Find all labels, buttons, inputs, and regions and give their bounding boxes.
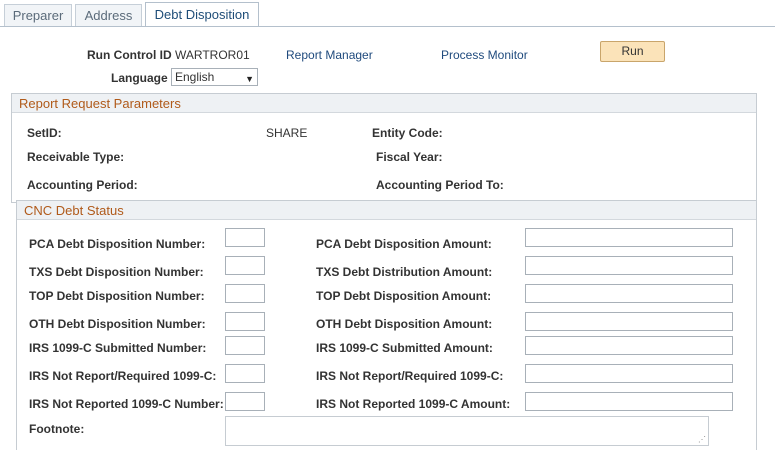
process-monitor-link[interactable]: Process Monitor	[441, 48, 528, 62]
report-params-title: Report Request Parameters	[19, 96, 181, 111]
oth-amount-label: OTH Debt Disposition Amount:	[316, 317, 493, 331]
footnote-textarea[interactable]: ⋰	[225, 416, 709, 446]
cnc-debt-status-header: CNC Debt Status	[17, 201, 756, 220]
pca-amount-label: PCA Debt Disposition Amount:	[316, 237, 492, 251]
report-manager-link[interactable]: Report Manager	[286, 48, 373, 62]
oth-number-label: OTH Debt Disposition Number:	[29, 317, 206, 331]
top-amount-label: TOP Debt Disposition Amount:	[316, 289, 492, 303]
txs-amount-input[interactable]	[525, 256, 733, 275]
accounting-period-to-label: Accounting Period To:	[376, 178, 504, 192]
resize-grip-icon[interactable]: ⋰	[698, 436, 706, 444]
tab-debt-disposition[interactable]: Debt Disposition	[145, 2, 259, 27]
irs-not-report-number-input[interactable]	[225, 364, 265, 383]
language-select-value: English	[175, 70, 215, 84]
run-button[interactable]: Run	[600, 41, 665, 62]
pca-number-input[interactable]	[225, 228, 265, 247]
footnote-label: Footnote:	[29, 422, 85, 436]
txs-number-input[interactable]	[225, 256, 265, 275]
fiscal-year-label: Fiscal Year:	[376, 150, 443, 164]
irs-not-reported-number-input[interactable]	[225, 392, 265, 411]
setid-value: SHARE	[266, 126, 308, 140]
irs-submitted-amount-label: IRS 1099-C Submitted Amount:	[316, 341, 493, 355]
txs-amount-label: TXS Debt Distribution Amount:	[316, 265, 493, 279]
run-control-value: WARTROR01	[175, 48, 250, 62]
top-amount-input[interactable]	[525, 284, 733, 303]
txs-number-label: TXS Debt Disposition Number:	[29, 265, 204, 279]
irs-not-report-number-label: IRS Not Report/Required 1099-C:	[29, 369, 217, 383]
chevron-down-icon: ▼	[245, 74, 254, 84]
irs-submitted-amount-input[interactable]	[525, 336, 733, 355]
oth-number-input[interactable]	[225, 312, 265, 331]
irs-submitted-number-input[interactable]	[225, 336, 265, 355]
irs-not-report-amount-label: IRS Not Report/Required 1099-C:	[316, 369, 504, 383]
irs-not-reported-number-label: IRS Not Reported 1099-C Number:	[29, 397, 224, 411]
irs-not-report-amount-input[interactable]	[525, 364, 733, 383]
top-number-input[interactable]	[225, 284, 265, 303]
language-label: Language	[111, 71, 168, 85]
receivable-type-label: Receivable Type:	[27, 150, 125, 164]
tab-preparer[interactable]: Preparer	[4, 4, 72, 27]
language-select[interactable]: English ▼	[171, 68, 258, 86]
entity-code-label: Entity Code:	[372, 126, 443, 140]
irs-not-reported-amount-input[interactable]	[525, 392, 733, 411]
cnc-debt-status-title: CNC Debt Status	[24, 203, 124, 218]
report-params-header: Report Request Parameters	[12, 94, 756, 113]
run-control-label: Run Control ID	[87, 48, 172, 62]
oth-amount-input[interactable]	[525, 312, 733, 331]
setid-label: SetID:	[27, 126, 62, 140]
pca-amount-input[interactable]	[525, 228, 733, 247]
top-number-label: TOP Debt Disposition Number:	[29, 289, 205, 303]
pca-number-label: PCA Debt Disposition Number:	[29, 237, 206, 251]
irs-not-reported-amount-label: IRS Not Reported 1099-C Amount:	[316, 397, 511, 411]
tab-address[interactable]: Address	[75, 4, 142, 27]
irs-submitted-number-label: IRS 1099-C Submitted Number:	[29, 341, 207, 355]
accounting-period-label: Accounting Period:	[27, 178, 138, 192]
tab-divider	[0, 26, 775, 27]
